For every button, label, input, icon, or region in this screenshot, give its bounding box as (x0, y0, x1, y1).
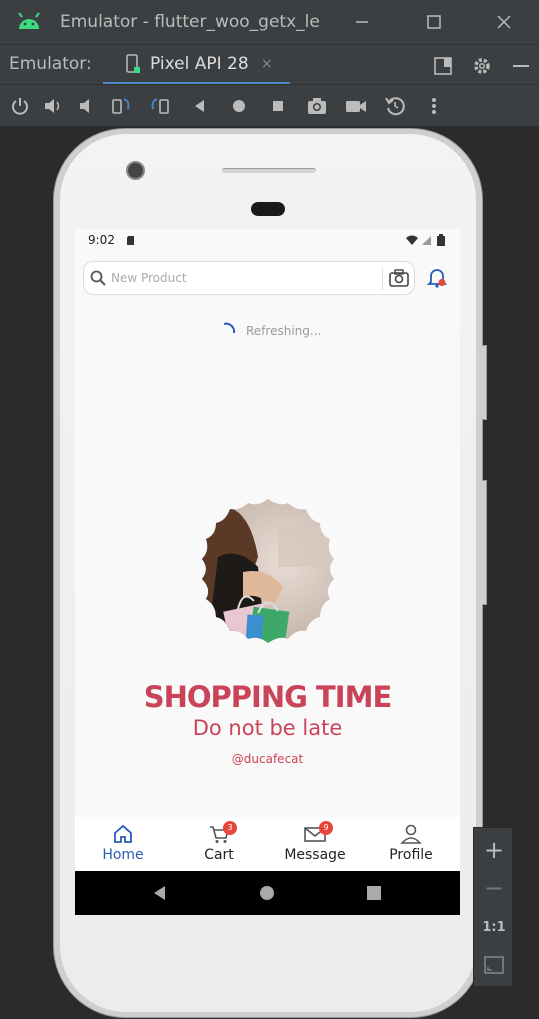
status-time: 9:02 (88, 233, 115, 247)
layout-icon[interactable] (432, 55, 454, 77)
signal-icon (422, 236, 431, 245)
close-icon[interactable] (492, 10, 516, 34)
snapshot-icon[interactable] (384, 95, 406, 117)
search-input[interactable]: New Product (111, 271, 187, 285)
system-back-icon[interactable] (152, 885, 168, 901)
subline: Do not be late (192, 716, 343, 740)
overview-icon[interactable] (267, 95, 289, 117)
tab-bar: Emulator: Pixel API 28 × (0, 44, 539, 85)
nav-message-label: Message (284, 847, 346, 863)
volume-up-icon[interactable] (42, 95, 64, 117)
author-handle: @ducafecat (231, 752, 304, 766)
nav-home[interactable]: Home (75, 817, 171, 871)
minimize-icon[interactable] (350, 10, 374, 34)
rotate-left-icon[interactable] (110, 95, 132, 117)
nav-cart[interactable]: 3 Cart (171, 817, 267, 871)
volume-down-icon[interactable] (76, 95, 98, 117)
camera-icon[interactable] (388, 268, 410, 288)
window-title: Emulator - flutter_woo_getx_le (60, 12, 320, 32)
zoom-actual-size-button[interactable]: 1:1 (474, 920, 514, 935)
top-sensor-strip (222, 168, 316, 173)
fit-screen-icon[interactable] (484, 956, 504, 974)
hide-panel-icon[interactable] (510, 55, 532, 77)
title-bar: Emulator - flutter_woo_getx_le (0, 0, 539, 44)
power-icon[interactable] (9, 95, 31, 117)
wifi-icon (406, 235, 418, 245)
home-icon (114, 824, 132, 843)
tab-pixel-api-28[interactable]: Pixel API 28 × (103, 45, 290, 85)
emulator-label: Emulator: (9, 54, 92, 74)
more-icon[interactable] (423, 95, 445, 117)
nav-home-label: Home (102, 847, 144, 863)
rotate-right-icon[interactable] (149, 95, 171, 117)
sd-card-icon (127, 236, 134, 245)
notification-bell-icon[interactable] (426, 267, 448, 289)
front-camera (126, 161, 145, 180)
nav-profile-label: Profile (389, 847, 433, 863)
nav-profile[interactable]: Profile (363, 817, 459, 871)
earpiece (251, 202, 285, 216)
status-bar: 9:02 (75, 229, 460, 253)
battery-icon (437, 234, 445, 246)
screenshot-icon[interactable] (306, 95, 328, 117)
system-home-icon[interactable] (259, 885, 275, 901)
shopping-hero-image (202, 499, 334, 643)
search-divider (382, 268, 383, 290)
emulator-toolbar (0, 84, 539, 126)
zoom-in-button[interactable]: + (474, 836, 514, 864)
system-overview-icon[interactable] (366, 885, 382, 901)
phone-side-button (482, 345, 487, 420)
system-navigation-bar (75, 871, 460, 915)
nav-cart-label: Cart (204, 847, 234, 863)
nav-message[interactable]: 9 Message (267, 817, 363, 871)
back-icon[interactable] (189, 95, 211, 117)
tab-label: Pixel API 28 (150, 54, 249, 74)
android-logo-icon (18, 12, 40, 29)
phone-volume-button (482, 480, 487, 605)
bottom-navigation: Home 3 Cart 9 Message Profile (75, 817, 460, 871)
refresh-indicator: Refreshing... (220, 321, 380, 341)
record-icon[interactable] (345, 95, 367, 117)
phone-screen: 9:02 New Product Refreshing... SHOPPING … (75, 229, 460, 915)
maximize-icon[interactable] (422, 10, 446, 34)
search-icon (90, 270, 106, 286)
tab-close-icon[interactable]: × (261, 56, 273, 72)
gear-icon[interactable] (471, 55, 493, 77)
home-button-icon[interactable] (228, 95, 250, 117)
zoom-panel: + − 1:1 (473, 827, 513, 987)
search-bar[interactable]: New Product (83, 261, 415, 295)
headline: SHOPPING TIME (143, 680, 393, 714)
cart-badge: 3 (223, 821, 237, 835)
refresh-text: Refreshing... (246, 324, 322, 338)
device-icon (126, 54, 140, 73)
person-icon (400, 824, 422, 844)
spinner-icon (223, 322, 236, 334)
message-badge: 9 (319, 821, 333, 835)
zoom-out-button[interactable]: − (474, 874, 514, 902)
